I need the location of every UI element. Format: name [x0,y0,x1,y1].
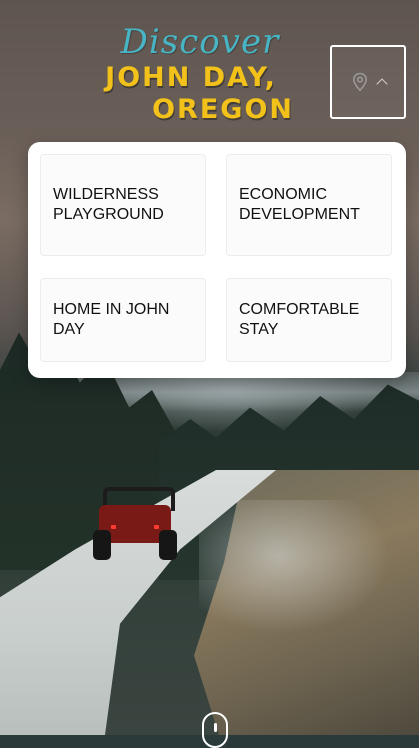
chevron-up-icon [376,78,388,90]
map-pin-icon [352,72,368,92]
location-menu-button[interactable] [330,45,406,119]
menu-item-economic-development[interactable]: ECONOMIC DEVELOPMENT [226,154,392,256]
hero-frost [199,500,399,640]
menu-item-label: COMFORTABLE STAY [239,301,360,338]
menu-item-comfortable-stay[interactable]: COMFORTABLE STAY [226,278,392,362]
dropdown-menu: WILDERNESS PLAYGROUND ECONOMIC DEVELOPME… [28,142,406,378]
utv-vehicle [93,485,177,560]
menu-item-label: WILDERNESS PLAYGROUND [53,186,164,223]
site-logo[interactable]: Discover JOHN DAY, OREGON [100,22,300,134]
logo-discover: Discover [120,22,280,62]
logo-oregon: OREGON [152,94,294,125]
mouse-scroll-icon[interactable] [202,712,228,748]
logo-john-day: JOHN DAY, [105,62,277,93]
menu-item-label: ECONOMIC DEVELOPMENT [239,186,360,223]
menu-item-label: HOME IN JOHN DAY [53,301,170,338]
menu-item-wilderness-playground[interactable]: WILDERNESS PLAYGROUND [40,154,206,256]
menu-item-home-in-john-day[interactable]: HOME IN JOHN DAY [40,278,206,362]
